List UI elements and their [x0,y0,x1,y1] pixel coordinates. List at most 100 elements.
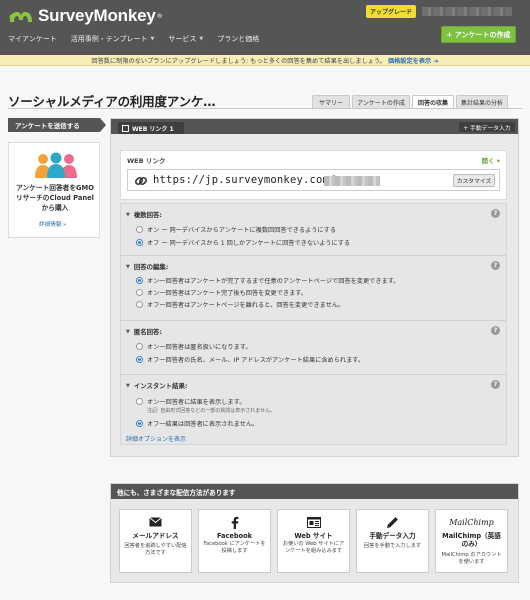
customize-button[interactable]: カスタマイズ [453,174,495,187]
nav-my-surveys[interactable]: マイアンケート [8,34,57,44]
tab-analyze-results[interactable]: 集計結果の分析 [456,95,508,108]
distribution-title: 他にも、さまざまな配信方法があります [111,484,518,499]
chevron-down-icon: ▼ [150,36,155,42]
card-description: お使いの Web サイトにアンケートを組み込みます [282,541,345,554]
radio-button-selected[interactable] [136,239,143,246]
radio-button[interactable] [136,226,143,233]
anonymous-off-option[interactable]: オフ一回答者の氏名、メール、IP アドレスがアンケート結果に含められます。 [136,355,364,364]
option-label: オン一回答者はアンケートが完了するまで任意のアンケートページで回答を変更できます… [147,278,400,285]
option-label: オン一回答者に結果を表示します。 [147,399,246,406]
option-label: オフ ー 同一デバイスから 1 回しかアンケートに回答できないようにする [147,240,351,247]
multiple-responses-section: ▼ 複数回答: ? オン ー 同一デバイスからアンケートに複数回回答できるようにす… [121,204,506,253]
website-icon [278,516,349,528]
show-advanced-options-link[interactable]: 詳細オプションを表示 [126,434,186,443]
multiple-responses-on-option[interactable]: オン ー 同一デバイスからアンケートに複数回回答できるようにする [136,225,336,234]
email-method-card[interactable]: メールアドレス 回答者を追跡しやすい配信方法です [119,509,192,573]
monkey-logo-icon [8,8,34,24]
gmo-promo-text: アンケート回答者をGMOリサーチのCloud Panelから購入 [16,184,94,212]
distribution-methods: 他にも、さまざまな配信方法があります メールアドレス 回答者を追跡しやすい配信方… [110,483,519,583]
send-survey-label: アンケートを送信する [8,118,106,132]
anonymous-responses-section: ▼ 匿名回答: ? オン一回答者は匿名扱いになります。 オフ一回答者の氏名、メール… [121,320,506,372]
nav-services[interactable]: サービス ▼ [168,34,203,44]
user-account-menu[interactable] [422,7,512,16]
instant-results-note: 注記: 自由形式回答などの一部の質問は表示されません。 [147,408,276,414]
radio-button-selected[interactable] [136,277,143,284]
radio-button[interactable] [136,301,143,308]
option-label: オン ー 同一デバイスからアンケートに複数回回答できるようにする [147,227,337,234]
survey-url-field[interactable]: https://jp.surveymonkey.com/ カスタマイズ [127,169,500,191]
brand-tm: ® [156,12,163,20]
help-icon[interactable]: ? [491,326,500,335]
section-title[interactable]: ▼ インスタント結果: [126,381,187,390]
card-title: メールアドレス [132,532,179,540]
people-icon [35,152,77,178]
nav-plans-pricing[interactable]: プランと価格 [217,34,259,44]
mailchimp-method-card[interactable]: MailChimp MailChimp（英語のみ） MailChimp のアカウ… [435,509,508,573]
nav-label: 活用事例・テンプレート [70,35,148,43]
manual-entry-method-card[interactable]: 手動データ入力 回答を手動で入力します [356,509,429,573]
manual-data-entry-button[interactable]: + 手動データ入力 [459,122,515,132]
help-icon[interactable]: ? [491,380,500,389]
card-title: 手動データ入力 [369,532,416,540]
upgrade-button[interactable]: アップグレード [366,5,416,18]
weblink-box: WEB リンク 開く ▾ https://jp.surveymonkey.com… [120,150,507,200]
tab-summary[interactable]: サマリー [312,95,350,108]
tab-collect-responses[interactable]: 回答の収集 [412,95,454,108]
edit-off-option[interactable]: オフ一回答者はアンケートページを離れると、回答を変更できません。 [136,300,344,309]
collector-header: WEB リンク 1 + 手動データ入力 [111,119,518,134]
nav-examples-templates[interactable]: 活用事例・テンプレート ▼ [71,34,155,44]
mailchimp-logo: MailChimp [436,516,507,528]
view-pricing-link[interactable]: 価格設定を表示 ➔ [388,56,439,65]
upgrade-banner: 回答数に制限のないプランにアップグレードしましょう: もっと多くの回答を集めて結… [0,55,530,66]
option-label: オン一回答者はアンケート完了後も回答を変更できます。 [147,290,308,297]
option-label: オフ一結果は回答者に表示されません。 [147,421,259,428]
triangle-down-icon: ▼ [126,263,130,270]
edit-icon [122,124,129,132]
radio-button[interactable] [136,289,143,296]
brand-name: SurveyMonkey [38,6,156,25]
help-icon[interactable]: ? [491,261,500,270]
section-title[interactable]: ▼ 複数回答: [126,210,162,219]
edit-on-after-complete-option[interactable]: オン一回答者はアンケート完了後も回答を変更できます。 [136,288,307,297]
card-description: Facebook にアンケートを投稿します [203,541,266,554]
card-description: MailChimp のアカウントを使います [441,552,502,565]
survey-url: https://jp.surveymonkey.com/ [153,174,336,186]
website-method-card[interactable]: Web サイト お使いの Web サイトにアンケートを組み込みます [277,509,350,573]
open-dropdown[interactable]: 開く ▾ [481,155,500,165]
gmo-panel-promo[interactable]: アンケート回答者をGMOリサーチのCloud Panelから購入 詳細情報 » [8,142,100,238]
triangle-down-icon: ▼ [126,382,130,389]
anonymous-on-option[interactable]: オン一回答者は匿名扱いになります。 [136,342,252,351]
section-title[interactable]: ▼ 回答の編集: [126,262,168,271]
instant-results-on-option[interactable]: オン一回答者に結果を表示します。 [136,397,245,406]
radio-button-selected[interactable] [136,356,143,363]
create-survey-button[interactable]: + アンケートの作成 [441,26,516,43]
banner-text: 回答数に制限のないプランにアップグレードしましょう: もっと多くの回答を集めて結… [91,57,386,65]
radio-button[interactable] [136,343,143,350]
card-description: 回答を手動で入力します [363,543,422,549]
section-title[interactable]: ▼ 匿名回答: [126,327,162,336]
mailchimp-logo-text: MailChimp [449,517,494,527]
weblink-tab-label: WEB リンク 1 [132,125,174,133]
edit-on-until-complete-option[interactable]: オン一回答者はアンケートが完了するまで任意のアンケートページで回答を変更できます… [136,276,399,285]
radio-button-selected[interactable] [136,420,143,427]
gmo-more-info-link[interactable]: 詳細情報 » [39,220,67,228]
pencil-icon [357,516,428,528]
distribution-cards: メールアドレス 回答者を追跡しやすい配信方法です Facebook Facebo… [119,509,508,573]
section-title-text: インスタント結果: [133,382,188,390]
card-title: Web サイト [294,532,333,540]
tab-design-survey[interactable]: アンケートの作成 [352,95,410,108]
facebook-icon [199,516,270,529]
radio-button[interactable] [136,398,143,405]
surveymonkey-logo[interactable]: SurveyMonkey ® [8,5,163,27]
facebook-method-card[interactable]: Facebook Facebook にアンケートを投稿します [198,509,271,573]
section-title-text: 回答の編集: [133,263,169,271]
help-icon[interactable]: ? [491,209,500,218]
section-title-text: 匿名回答: [133,328,162,336]
option-label: オフ一回答者はアンケートページを離れると、回答を変更できません。 [147,302,345,309]
envelope-icon [120,516,191,528]
edit-responses-section: ▼ 回答の編集: ? オン一回答者はアンケートが完了するまで任意のアンケートページ… [121,255,506,317]
instant-results-off-option[interactable]: オフ一結果は回答者に表示されません。 [136,419,258,428]
weblink-collector-tab[interactable]: WEB リンク 1 [118,122,184,134]
multiple-responses-off-option[interactable]: オフ ー 同一デバイスから 1 回しかアンケートに回答できないようにする [136,238,350,247]
nav-label: マイアンケート [8,35,57,43]
